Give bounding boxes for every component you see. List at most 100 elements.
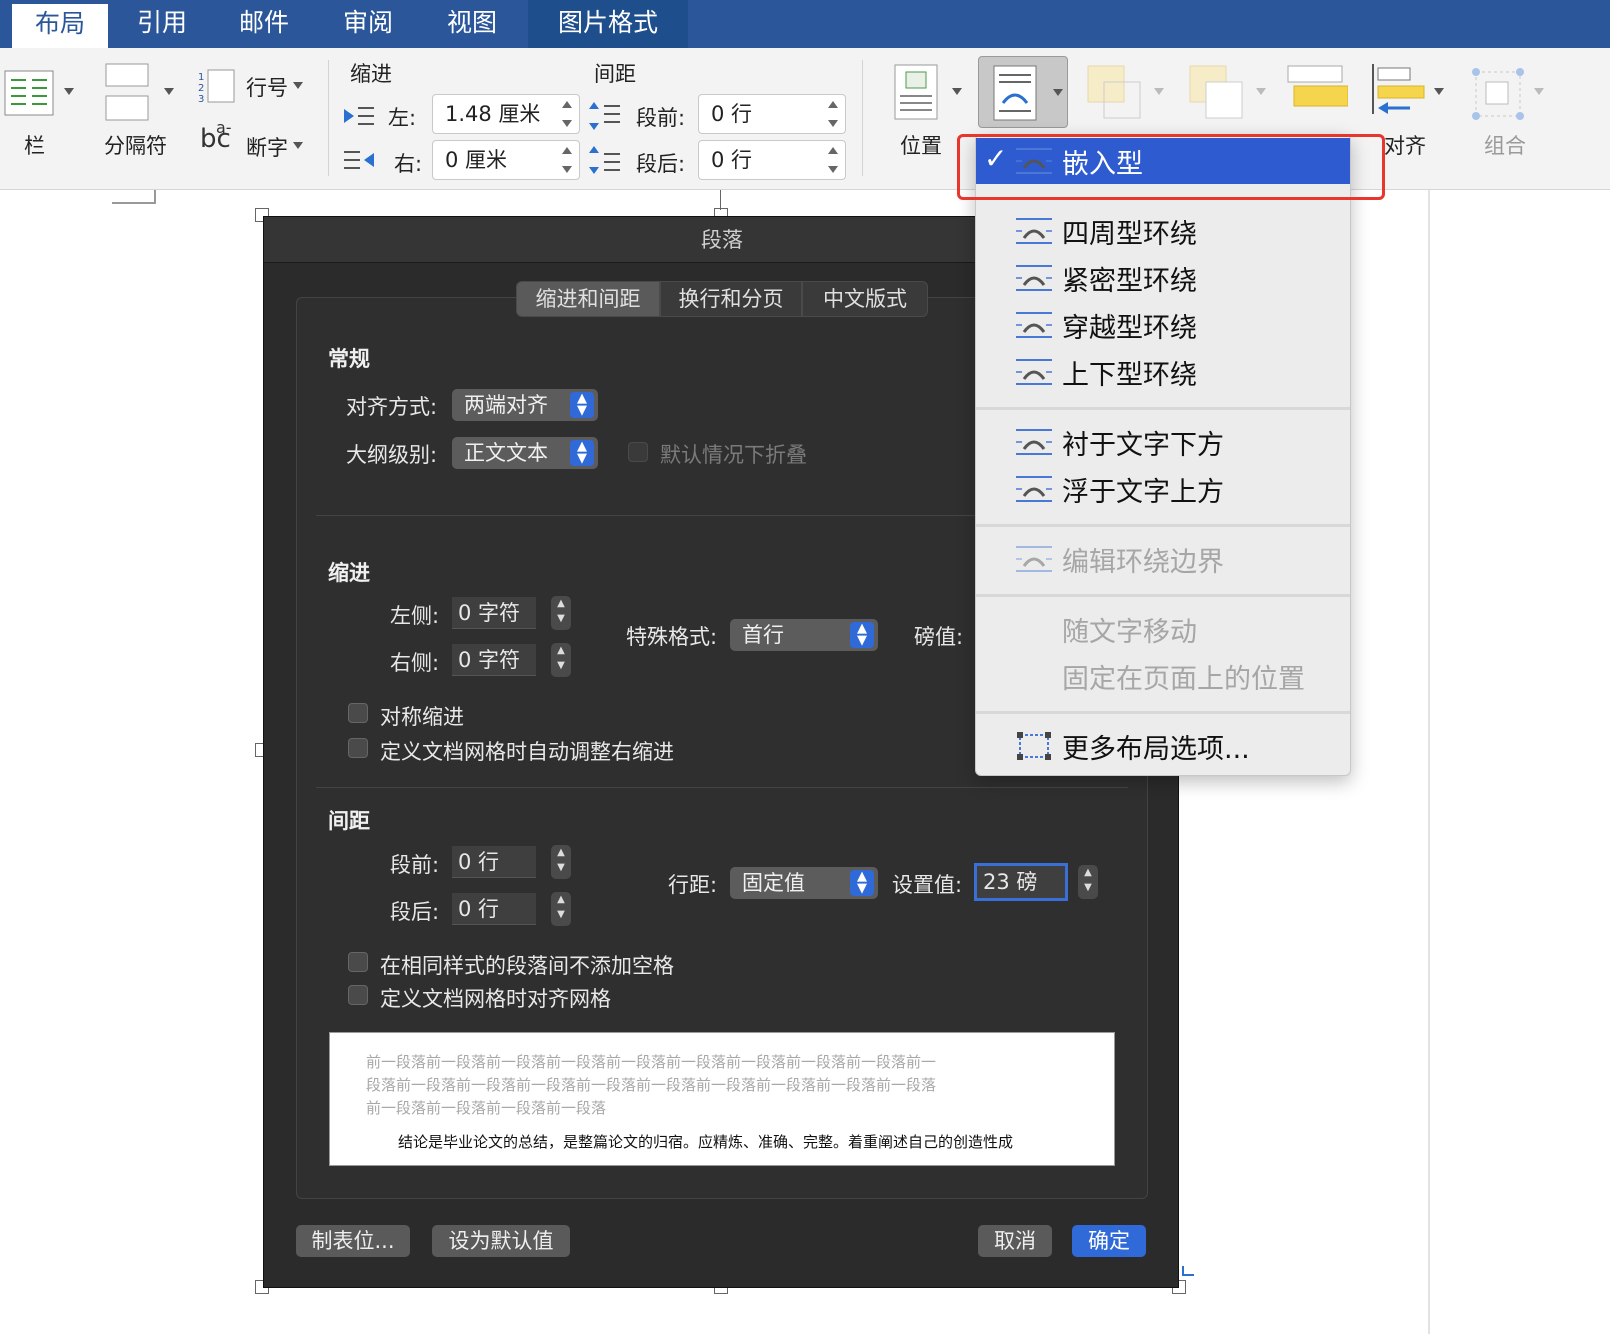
set-as-default-button[interactable]: 设为默认值 <box>432 1225 570 1257</box>
selection-pane-icon[interactable] <box>1286 64 1348 114</box>
menu-item-move-with-text[interactable]: 随文字移动 <box>976 606 1350 652</box>
spacing-after-input[interactable]: 0 行 <box>698 140 846 180</box>
annotation-highlight-box <box>957 134 1385 200</box>
line-numbers-label[interactable]: 行号 <box>246 72 288 102</box>
line-numbers-icon[interactable]: 1 2 3 <box>198 68 238 104</box>
indent-left-input[interactable]: 1.48 厘米 <box>432 94 580 134</box>
align-label[interactable]: 对齐 <box>1384 130 1426 160</box>
wrap-text-button[interactable] <box>978 56 1068 128</box>
chevron-updown-icon: ▲ ▼ <box>570 392 594 418</box>
tab-picture-format[interactable]: 图片格式 <box>528 0 688 48</box>
snap-to-grid-label: 定义文档网格时对齐网格 <box>380 987 611 1011</box>
indent-left-stepper[interactable] <box>561 99 573 129</box>
svg-text:1: 1 <box>198 72 204 83</box>
send-backward-dropdown-icon[interactable] <box>1256 88 1266 95</box>
menu-item-through[interactable]: 穿越型环绕 <box>976 302 1350 348</box>
columns-label[interactable]: 栏 <box>24 130 45 160</box>
paragraph-preview: 前一段落前一段落前一段落前一段落前一段落前一段落前一段落前一段落前一段落前一 段… <box>329 1032 1115 1166</box>
hyphenation-label[interactable]: 断字 <box>246 132 288 162</box>
ok-button[interactable]: 确定 <box>1072 1225 1146 1257</box>
left-indent-input[interactable]: 0 字符 <box>452 597 536 629</box>
menu-item-more-layout-options[interactable]: 更多布局选项... <box>976 723 1350 769</box>
menu-item-top-bottom[interactable]: 上下型环绕 <box>976 349 1350 395</box>
right-indent-stepper[interactable]: ▲ ▼ <box>551 643 571 677</box>
cancel-button[interactable]: 取消 <box>978 1225 1052 1257</box>
right-indent-label: 右侧: <box>390 651 440 675</box>
mirror-indents-checkbox[interactable] <box>348 703 368 723</box>
tab-indents-and-spacing[interactable]: 缩进和间距 <box>516 281 660 317</box>
columns-icon[interactable] <box>4 70 54 116</box>
collapse-checkbox[interactable] <box>628 442 648 462</box>
auto-adjust-right-indent-checkbox[interactable] <box>348 738 368 758</box>
group-dropdown-icon[interactable] <box>1534 88 1544 95</box>
line-spacing-label: 行距: <box>668 873 718 897</box>
paragraph-anchor-icon <box>1182 1266 1194 1276</box>
left-indent-label: 左侧: <box>390 604 440 628</box>
line-numbers-dropdown-icon[interactable] <box>293 82 303 89</box>
indent-group-label: 缩进 <box>350 62 392 86</box>
align-icon[interactable] <box>1370 64 1426 114</box>
spacing-after-icon <box>589 146 620 174</box>
tab-mailings[interactable]: 邮件 <box>214 0 314 48</box>
spacing-group-label: 间距 <box>594 62 636 86</box>
wrap-behind-icon <box>1016 427 1052 457</box>
spacing-before-label: 段前: <box>636 106 686 130</box>
tab-asian-typography[interactable]: 中文版式 <box>802 281 928 317</box>
at-value-input[interactable]: 23 磅 <box>974 863 1068 901</box>
no-space-same-style-checkbox[interactable] <box>348 952 368 972</box>
menu-item-tight[interactable]: 紧密型环绕 <box>976 255 1350 301</box>
at-value-stepper[interactable]: ▲ ▼ <box>1078 865 1098 899</box>
breaks-dropdown-icon[interactable] <box>164 88 174 95</box>
spacing-before-input[interactable]: 0 行 <box>698 94 846 134</box>
bring-forward-icon[interactable] <box>1086 64 1142 120</box>
indent-right-label: 右: <box>394 152 423 176</box>
special-format-select[interactable]: 首行 ▲ ▼ <box>730 619 878 651</box>
edit-wrap-points-icon <box>1016 544 1052 574</box>
indent-right-stepper[interactable] <box>561 145 573 175</box>
left-indent-stepper[interactable]: ▲ ▼ <box>551 596 571 630</box>
snap-to-grid-checkbox[interactable] <box>348 985 368 1005</box>
columns-dropdown-icon[interactable] <box>64 88 74 95</box>
send-backward-icon[interactable] <box>1188 64 1244 120</box>
bring-forward-dropdown-icon[interactable] <box>1154 88 1164 95</box>
spacing-before-stepper[interactable] <box>827 99 839 129</box>
hyphenation-dropdown-icon[interactable] <box>293 142 303 149</box>
svg-text:2: 2 <box>198 83 204 94</box>
general-heading: 常规 <box>328 347 370 371</box>
position-label[interactable]: 位置 <box>900 130 942 160</box>
spacing-after-stepper[interactable] <box>827 145 839 175</box>
menu-item-square[interactable]: 四周型环绕 <box>976 208 1350 254</box>
line-spacing-select[interactable]: 固定值 ▲ ▼ <box>730 867 878 899</box>
no-space-same-style-label: 在相同样式的段落间不添加空格 <box>380 954 674 978</box>
menu-item-behind-text[interactable]: 衬于文字下方 <box>976 419 1350 465</box>
spacing-before-icon <box>589 102 620 130</box>
tabs-button[interactable]: 制表位... <box>296 1225 410 1257</box>
wrap-text-icon <box>993 65 1037 121</box>
position-icon[interactable] <box>894 64 938 120</box>
breaks-icon[interactable] <box>104 62 150 122</box>
tab-review[interactable]: 审阅 <box>318 0 418 48</box>
position-dropdown-icon[interactable] <box>952 88 962 95</box>
group-icon[interactable] <box>1468 64 1528 124</box>
tab-view[interactable]: 视图 <box>422 0 522 48</box>
group-label[interactable]: 组合 <box>1484 130 1526 160</box>
spacing-before-stepper[interactable]: ▲ ▼ <box>551 845 571 879</box>
menu-item-edit-wrap-points[interactable]: 编辑环绕边界 <box>976 536 1350 582</box>
spacing-before-input[interactable]: 0 行 <box>452 846 536 878</box>
breaks-label[interactable]: 分隔符 <box>104 130 167 160</box>
align-dropdown-icon[interactable] <box>1434 88 1444 95</box>
tab-layout[interactable]: 布局 <box>12 4 108 48</box>
menu-item-fix-position[interactable]: 固定在页面上的位置 <box>976 653 1350 699</box>
tab-references[interactable]: 引用 <box>112 0 212 48</box>
by-label: 磅值: <box>914 625 964 649</box>
menu-item-in-front-of-text[interactable]: 浮于文字上方 <box>976 466 1350 512</box>
outline-level-select[interactable]: 正文文本 ▲ ▼ <box>452 437 598 469</box>
indent-right-input[interactable]: 0 厘米 <box>432 140 580 180</box>
tab-line-and-page-breaks[interactable]: 换行和分页 <box>660 281 802 317</box>
rotate-handle-line <box>720 190 721 210</box>
spacing-after-input[interactable]: 0 行 <box>452 893 536 925</box>
auto-adjust-right-indent-label: 定义文档网格时自动调整右缩进 <box>380 740 674 764</box>
spacing-after-stepper[interactable]: ▲ ▼ <box>551 892 571 926</box>
alignment-select[interactable]: 两端对齐 ▲ ▼ <box>452 389 598 421</box>
right-indent-input[interactable]: 0 字符 <box>452 644 536 676</box>
